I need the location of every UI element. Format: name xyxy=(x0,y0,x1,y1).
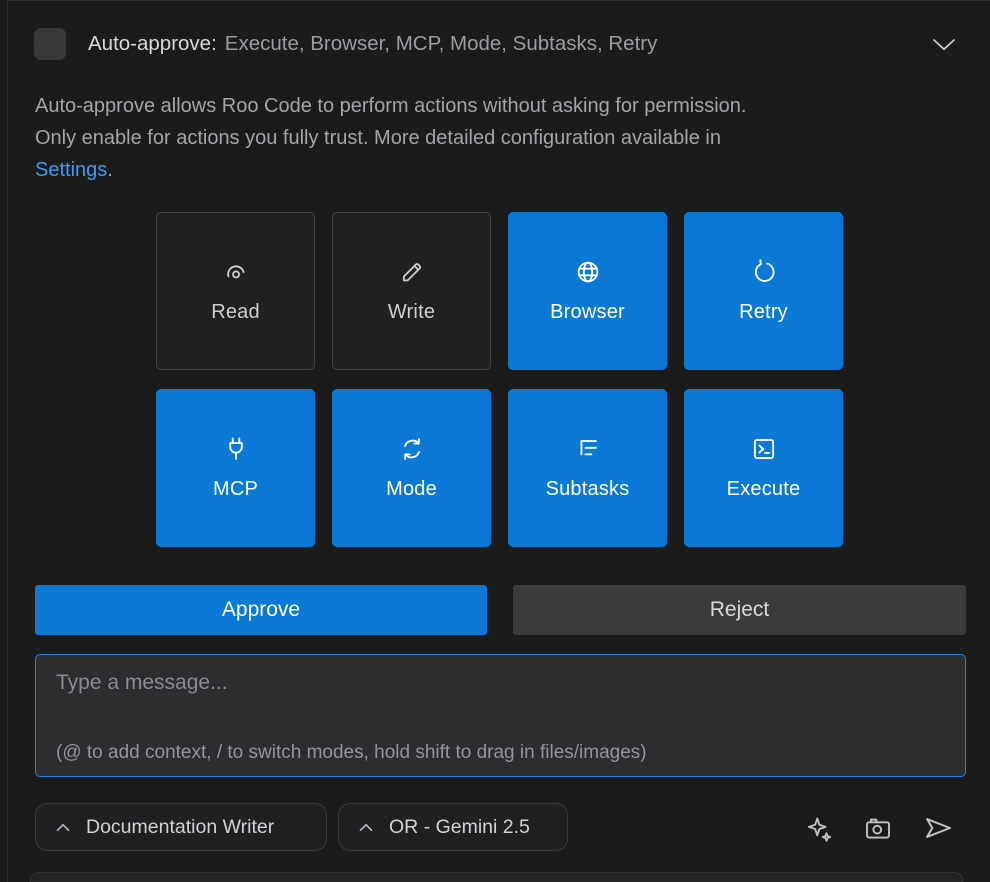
auto-approve-panel: Auto-approve: Execute, Browser, MCP, Mod… xyxy=(0,0,990,882)
toggle-subtasks[interactable]: Subtasks xyxy=(508,389,667,547)
camera-icon[interactable] xyxy=(860,812,896,846)
next-section-edge xyxy=(30,872,963,882)
auto-approve-description: Auto-approve allows Roo Code to perform … xyxy=(35,90,945,186)
description-line-1: Auto-approve allows Roo Code to perform … xyxy=(35,90,945,122)
auto-approve-summary: Execute, Browser, MCP, Mode, Subtasks, R… xyxy=(225,32,658,56)
panel-left-edge xyxy=(0,0,8,882)
toggle-label: Write xyxy=(388,301,435,324)
description-line-3: Settings. xyxy=(35,154,945,186)
chevron-up-icon xyxy=(55,822,71,833)
panel-top-divider xyxy=(0,0,990,1)
pencil-icon xyxy=(398,258,425,286)
toggle-label: Browser xyxy=(550,301,625,324)
approve-button[interactable]: Approve xyxy=(35,585,487,635)
description-line-2: Only enable for actions you fully trust.… xyxy=(35,122,945,154)
mode-selector-label: Documentation Writer xyxy=(86,816,274,839)
auto-approve-header[interactable]: Auto-approve: Execute, Browser, MCP, Mod… xyxy=(88,28,657,60)
reject-button[interactable]: Reject xyxy=(513,585,966,635)
plug-icon xyxy=(222,435,250,463)
send-icon[interactable] xyxy=(918,810,958,846)
terminal-icon xyxy=(750,435,778,463)
toggle-label: Read xyxy=(211,301,260,324)
message-composer: (@ to add context, / to switch modes, ho… xyxy=(35,654,966,777)
toggle-label: Execute xyxy=(727,478,801,501)
model-selector-label: OR - Gemini 2.5 xyxy=(389,816,530,839)
model-selector[interactable]: OR - Gemini 2.5 xyxy=(338,803,568,851)
settings-link[interactable]: Settings xyxy=(35,159,107,181)
reject-label: Reject xyxy=(710,598,770,622)
chevron-up-icon xyxy=(358,822,374,833)
toggle-mode[interactable]: Mode xyxy=(332,389,491,547)
auto-approve-title: Auto-approve: xyxy=(88,32,217,56)
toggle-label: MCP xyxy=(213,478,258,501)
toggle-read[interactable]: Read xyxy=(156,212,315,370)
toggle-write[interactable]: Write xyxy=(332,212,491,370)
globe-icon xyxy=(574,258,602,286)
chevron-down-icon[interactable] xyxy=(930,37,958,53)
eye-icon xyxy=(222,258,249,286)
message-input[interactable] xyxy=(36,655,965,776)
toggle-label: Mode xyxy=(386,478,437,501)
retry-icon xyxy=(750,258,778,286)
auto-approve-checkbox[interactable] xyxy=(34,28,66,60)
sync-icon xyxy=(398,435,426,463)
enhance-prompt-icon[interactable] xyxy=(802,812,836,846)
toggle-label: Retry xyxy=(739,301,788,324)
toggle-browser[interactable]: Browser xyxy=(508,212,667,370)
mode-selector[interactable]: Documentation Writer xyxy=(35,803,327,851)
toggle-retry[interactable]: Retry xyxy=(684,212,843,370)
approve-label: Approve xyxy=(222,598,300,622)
list-tree-icon xyxy=(574,435,602,463)
toggle-mcp[interactable]: MCP xyxy=(156,389,315,547)
description-period: . xyxy=(107,159,113,181)
toggle-execute[interactable]: Execute xyxy=(684,389,843,547)
toggle-label: Subtasks xyxy=(546,478,630,501)
